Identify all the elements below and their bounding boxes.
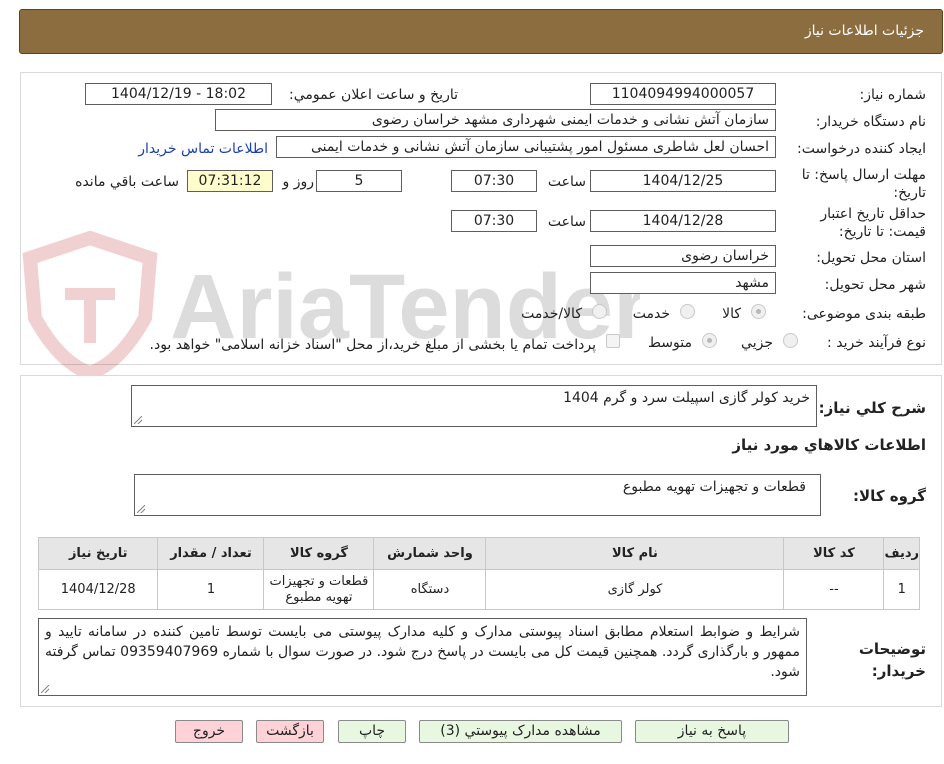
col-qty: تعداد / مقدار: [157, 537, 265, 570]
requester-field: احسان لعل شاطری مسئول امور پشتیبانی سازم…: [276, 136, 776, 158]
goods-info-title: اطلاعات کالاهاي مورد نیاز: [732, 436, 926, 454]
col-date: تاریخ نیاز: [37, 537, 159, 570]
buyer-contact-link[interactable]: اطلاعات تماس خریدار: [138, 141, 268, 157]
summary-text: خرید کولر گازی اسپیلت سرد و گرم 1404: [563, 390, 810, 406]
table-row: 1 -- کولر گازی دستگاه قطعات و تجهیزات ته…: [37, 569, 920, 610]
goods-group-text: قطعات و تجهیزات تهویه مطبوع: [622, 479, 806, 495]
category-option-service: خدمت: [632, 306, 670, 322]
cell-code: --: [783, 569, 885, 610]
validity-time-word: ساعت: [547, 214, 586, 230]
buyer-notes-label: توضیحات خریدار:: [858, 640, 926, 680]
treasury-payment-note: پرداخت تمام یا بخشی از مبلغ خرید،از محل …: [149, 337, 596, 353]
col-name: نام کالا: [485, 537, 785, 570]
goods-table: ردیف کد کالا نام کالا واحد شمارش گروه کا…: [37, 537, 920, 610]
category-radio-goods-service[interactable]: [592, 304, 607, 319]
watermark-logo: AriaTender.neT: [22, 230, 640, 378]
reply-deadline-label: مهلت ارسال پاسخ: تا تاریخ:: [801, 167, 926, 201]
announce-datetime-label: تاریخ و ساعت اعلان عمومي:: [289, 87, 458, 103]
reply-button[interactable]: پاسخ به نیاز: [635, 720, 789, 743]
resize-grip-icon[interactable]: [134, 416, 142, 424]
need-number-label: شماره نیاز:: [859, 87, 927, 103]
category-radio-goods[interactable]: [751, 304, 766, 319]
goods-group-label: گروه کالا:: [853, 487, 926, 505]
page-title: جزئیات اطلاعات نیاز: [804, 23, 924, 39]
buyer-notes-text: شرایط و ضوابط استعلام مطابق اسناد پیوستی…: [45, 624, 800, 680]
cell-unit: دستگاه: [373, 569, 487, 610]
announce-datetime-field: 1404/12/19 - 18:02: [85, 83, 272, 105]
days-field: 5: [316, 170, 402, 192]
days-and-label: روز و: [282, 174, 315, 190]
back-button[interactable]: بازگشت: [256, 720, 324, 743]
treasury-bond-checkbox[interactable]: [606, 334, 620, 348]
cell-name: کولر گازی: [485, 569, 785, 610]
city-label: شهر محل تحویل:: [824, 277, 926, 293]
reply-time-field: 07:30: [451, 170, 537, 192]
page-header: جزئیات اطلاعات نیاز: [19, 9, 943, 54]
reply-date-field: 1404/12/25: [590, 170, 776, 192]
province-label: استان محل تحویل:: [816, 250, 926, 266]
cell-group: قطعات و تجهیزات تهویه مطبوع: [263, 569, 375, 610]
cell-row: 1: [883, 569, 920, 610]
validity-time-field: 07:30: [451, 210, 537, 232]
summary-label: شرح کلي نیاز:: [818, 399, 926, 417]
category-option-goods-service: کالا/خدمت: [521, 306, 582, 322]
city-field: مشهد: [590, 272, 776, 294]
remaining-time-field: 07:31:12: [187, 170, 273, 192]
buyer-org-field: سازمان آتش نشانی و خدمات ایمنی شهرداری م…: [215, 109, 776, 131]
province-field: خراسان رضوی: [590, 245, 776, 267]
purchase-type-label: نوع فرآیند خرید :: [827, 335, 926, 351]
cell-date: 1404/12/28: [37, 569, 159, 610]
resize-grip-icon[interactable]: [137, 505, 145, 513]
col-unit: واحد شمارش: [373, 537, 487, 570]
purchase-option-medium: متوسط: [648, 335, 692, 351]
exit-button[interactable]: خروج: [175, 720, 243, 743]
need-number-field: 1104094994000057: [590, 83, 776, 105]
purchase-radio-minor[interactable]: [783, 333, 798, 348]
table-header-row: ردیف کد کالا نام کالا واحد شمارش گروه کا…: [37, 537, 920, 570]
goods-group-textarea: قطعات و تجهیزات تهویه مطبوع: [134, 474, 821, 516]
summary-textarea: خرید کولر گازی اسپیلت سرد و گرم 1404: [131, 385, 817, 427]
remaining-label: ساعت باقي مانده: [75, 174, 179, 190]
validity-date-field: 1404/12/28: [590, 210, 776, 232]
col-code: کد کالا: [783, 537, 885, 570]
category-label: طبقه بندی موضوعی:: [802, 306, 926, 322]
purchase-radio-medium[interactable]: [702, 333, 717, 348]
buyer-org-label: نام دستگاه خریدار:: [815, 114, 926, 130]
resize-grip-icon[interactable]: [41, 685, 49, 693]
requester-label: ایجاد کننده درخواست:: [797, 141, 926, 157]
category-option-goods: کالا: [722, 306, 741, 322]
view-attachments-button[interactable]: مشاهده مدارک پیوستي (3): [419, 720, 622, 743]
price-validity-label: حداقل تاریخ اعتبار قیمت: تا تاریخ:: [820, 206, 926, 240]
buyer-notes-textarea: شرایط و ضوابط استعلام مطابق اسناد پیوستی…: [38, 618, 807, 696]
reply-time-word: ساعت: [547, 174, 586, 190]
cell-qty: 1: [157, 569, 265, 610]
col-group: گروه کالا: [263, 537, 375, 570]
purchase-option-minor: جزیي: [741, 335, 773, 351]
col-row: ردیف: [883, 537, 920, 570]
print-button[interactable]: چاپ: [338, 720, 406, 743]
category-radio-service[interactable]: [680, 304, 695, 319]
